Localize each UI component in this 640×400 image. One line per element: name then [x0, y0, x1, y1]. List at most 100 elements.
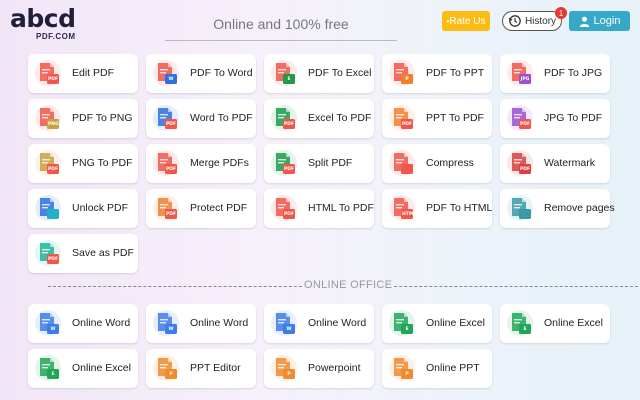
tile-label: PDF To PNG — [72, 112, 133, 124]
icon-tag: P — [169, 372, 173, 377]
icon-tag: PDF — [402, 122, 413, 127]
pdf-to-jpg-icon: JPG — [506, 59, 534, 87]
watermark-icon: PDF — [506, 149, 534, 177]
tool-excel-to-pdf[interactable]: PDF Excel To PDF — [264, 99, 374, 138]
office-online-excel[interactable]: E Online Excel — [28, 349, 138, 388]
logo-domain: PDF.COM — [36, 32, 76, 41]
tile-label: Online Word — [72, 317, 131, 329]
icon-tag: P — [287, 372, 291, 377]
history-icon — [508, 15, 521, 27]
tool-edit-pdf[interactable]: PDF Edit PDF — [28, 54, 138, 93]
tool-pdf-to-ppt[interactable]: P PDF To PPT — [382, 54, 492, 93]
site-logo[interactable]: abcd PDF.COM — [10, 6, 90, 42]
split-pdf-icon: PDF — [270, 149, 298, 177]
tile-label: HTML To PDF — [308, 202, 374, 214]
jpg-to-pdf-icon: PDF — [506, 104, 534, 132]
tool-pdf-to-excel[interactable]: E PDF To Excel — [264, 54, 374, 93]
icon-tag: W — [50, 327, 56, 332]
tile-label: Word To PDF — [190, 112, 253, 124]
history-count-badge: 1 — [555, 7, 567, 19]
tile-label: PDF To Excel — [308, 67, 372, 79]
tile-label: Online Excel — [544, 317, 603, 329]
pdf-to-png-icon: PNG — [34, 104, 62, 132]
unlock-pdf-icon — [34, 194, 62, 222]
rate-us-button[interactable]: • Rate Us — [442, 11, 490, 31]
tile-label: JPG To PDF — [544, 112, 603, 124]
tile-label: Merge PDFs — [190, 157, 249, 169]
history-button[interactable]: History — [502, 11, 562, 31]
icon-tag: W — [286, 327, 292, 332]
tool-split-pdf[interactable]: PDF Split PDF — [264, 144, 374, 183]
tile-label: PDF To Word — [190, 67, 253, 79]
icon-tag: PDF — [284, 212, 295, 217]
online-excel-add-icon: E — [506, 309, 534, 337]
merge-pdfs-icon: PDF — [152, 149, 180, 177]
login-button[interactable]: Login — [569, 11, 630, 31]
rate-us-label: Rate Us — [449, 15, 486, 27]
tile-label: Split PDF — [308, 157, 353, 169]
icon-tag: PDF — [48, 257, 59, 262]
tool-remove-pages[interactable]: Remove pages — [500, 189, 615, 228]
tool-png-to-pdf[interactable]: PDF PNG To PDF — [28, 144, 138, 183]
tool-protect-pdf[interactable]: PDF Protect PDF — [146, 189, 256, 228]
icon-tag: PDF — [520, 122, 531, 127]
tagline-underline — [165, 40, 397, 41]
tool-html-to-pdf[interactable]: PDF HTML To PDF — [264, 189, 374, 228]
tile-label: Watermark — [544, 157, 595, 169]
icon-tag: PDF — [520, 167, 531, 172]
powerpoint-icon: P — [270, 354, 298, 382]
icon-tag: PDF — [166, 122, 177, 127]
tile-label: Excel To PDF — [308, 112, 372, 124]
tile-label: Unlock PDF — [72, 202, 129, 214]
office-section-title: ONLINE OFFICE — [302, 279, 395, 291]
tile-label: Online Word — [308, 317, 367, 329]
history-label: History — [524, 15, 557, 27]
office-online-excel[interactable]: E Online Excel — [382, 304, 492, 343]
online-ppt-icon: P — [388, 354, 416, 382]
icon-tag: PDF — [48, 167, 59, 172]
tool-pdf-to-html[interactable]: HTML PDF To HTML — [382, 189, 492, 228]
icon-tag: PDF — [284, 122, 295, 127]
icon-tag: E — [51, 372, 55, 377]
office-online-word[interactable]: W Online Word — [264, 304, 374, 343]
tool-unlock-pdf[interactable]: Unlock PDF — [28, 189, 138, 228]
tagline: Online and 100% free — [213, 16, 349, 32]
tile-label: Protect PDF — [190, 202, 248, 214]
tool-pdf-to-png[interactable]: PNG PDF To PNG — [28, 99, 138, 138]
word-to-pdf-icon: PDF — [152, 104, 180, 132]
office-online-ppt[interactable]: P Online PPT — [382, 349, 492, 388]
tool-merge-pdfs[interactable]: PDF Merge PDFs — [146, 144, 256, 183]
icon-tag: PDF — [166, 167, 177, 172]
tool-ppt-to-pdf[interactable]: PDF PPT To PDF — [382, 99, 492, 138]
tool-watermark[interactable]: PDF Watermark — [500, 144, 610, 183]
tile-label: Online PPT — [426, 362, 480, 374]
pdf-tools-grid: PDF Edit PDF W PDF To Word E PDF To Excel P PDF… — [28, 54, 618, 273]
tool-compress[interactable]: Compress — [382, 144, 492, 183]
tool-pdf-to-jpg[interactable]: JPG PDF To JPG — [500, 54, 610, 93]
tile-label: Online Word — [190, 317, 249, 329]
icon-tag: PDF — [166, 212, 177, 217]
icon-tag: PDF — [48, 77, 59, 82]
office-online-excel[interactable]: E Online Excel — [500, 304, 610, 343]
office-ppt-editor[interactable]: P PPT Editor — [146, 349, 256, 388]
office-online-word[interactable]: W Online Word — [28, 304, 138, 343]
html-to-pdf-icon: PDF — [270, 194, 298, 222]
icon-tag: PNG — [48, 122, 59, 127]
tile-label: PDF To PPT — [426, 67, 485, 79]
office-online-word[interactable]: W Online Word — [146, 304, 256, 343]
tile-label: Compress — [426, 157, 474, 169]
pdf-to-ppt-icon: P — [388, 59, 416, 87]
excel-to-pdf-icon: PDF — [270, 104, 298, 132]
pdf-to-html-icon: HTML — [388, 194, 416, 222]
ppt-editor-icon: P — [152, 354, 180, 382]
online-word-edit-icon: W — [270, 309, 298, 337]
tool-jpg-to-pdf[interactable]: PDF JPG To PDF — [500, 99, 610, 138]
office-powerpoint[interactable]: P Powerpoint — [264, 349, 374, 388]
tool-word-to-pdf[interactable]: PDF Word To PDF — [146, 99, 256, 138]
pdf-to-excel-icon: E — [270, 59, 298, 87]
icon-tag: E — [405, 327, 409, 332]
icon-tag: P — [405, 77, 409, 82]
remove-pages-icon — [506, 194, 534, 222]
tool-save-as-pdf[interactable]: PDF Save as PDF — [28, 234, 138, 273]
tool-pdf-to-word[interactable]: W PDF To Word — [146, 54, 256, 93]
